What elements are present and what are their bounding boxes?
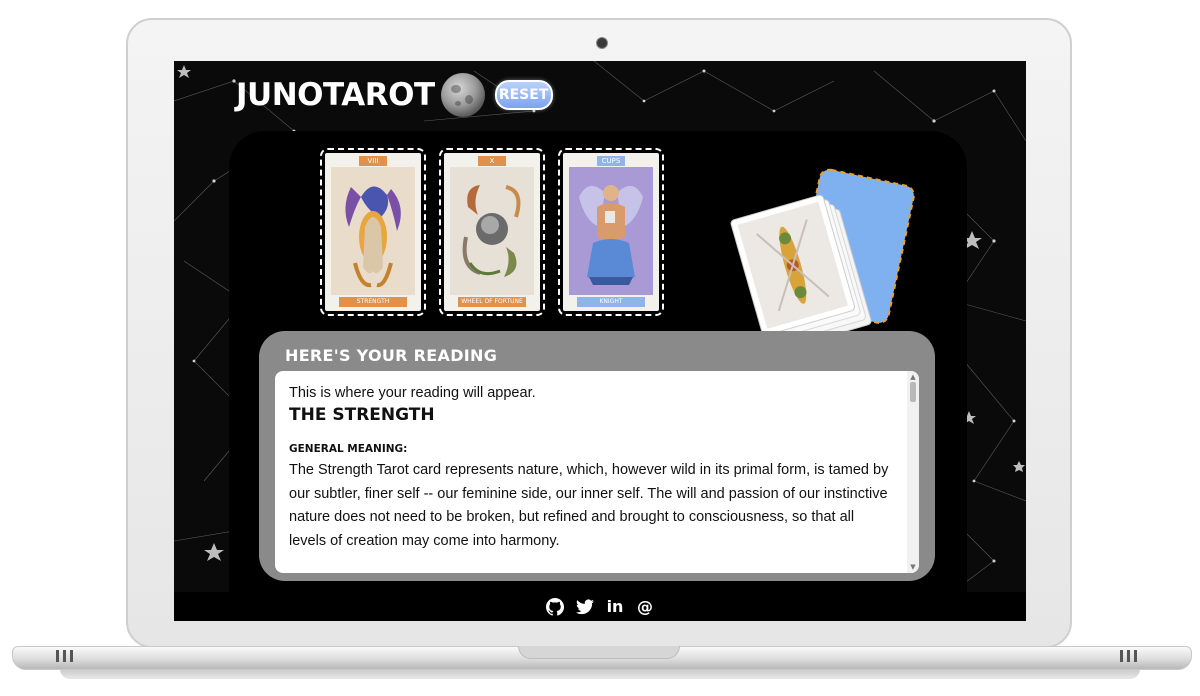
github-icon[interactable] (545, 597, 565, 617)
reading-intro: This is where your reading will appear. (289, 385, 536, 401)
tarot-card-knight-of-cups[interactable]: CUPS KNIGHT (563, 153, 659, 311)
card-name-label: WHEEL OF FORTUNE (458, 297, 526, 307)
reading-content: This is where your reading will appear. … (289, 385, 889, 553)
email-icon[interactable]: @ (635, 597, 655, 617)
strength-card-art (331, 167, 415, 295)
card-slot-2[interactable]: X WHEEL OF FORTUNE (439, 148, 545, 316)
app-screen: JUNOTAROT RESET VIII STRENGTH X WHEEL OF… (174, 61, 1026, 621)
general-meaning-text: The Strength Tarot card represents natur… (289, 462, 889, 549)
wheel-of-fortune-card-art (450, 167, 534, 295)
linkedin-icon[interactable]: in (605, 597, 625, 617)
reading-scrollbar[interactable]: ▲ ▼ (907, 371, 919, 573)
footer: in @ (174, 592, 1026, 621)
speaker-grill-left (56, 650, 86, 664)
reading-heading: HERE'S YOUR READING (285, 346, 498, 365)
knight-of-cups-card-art (569, 167, 653, 295)
general-meaning-label: GENERAL MEANING: (289, 443, 408, 455)
card-numeral: X (478, 156, 506, 166)
app-header: JUNOTAROT RESET (236, 73, 553, 117)
card-name-label: STRENGTH (339, 297, 407, 307)
moon-icon (440, 73, 485, 117)
tarot-card-strength[interactable]: VIII STRENGTH (325, 153, 421, 311)
tarot-card-wheel-of-fortune[interactable]: X WHEEL OF FORTUNE (444, 153, 540, 311)
card-slot-3[interactable]: CUPS KNIGHT (558, 148, 664, 316)
twitter-icon[interactable] (575, 597, 595, 617)
brand-logo[interactable]: JUNOTAROT (236, 77, 435, 113)
reading-scroll-area[interactable]: This is where your reading will appear. … (275, 371, 919, 573)
reading-card-title: THE STRENGTH (289, 405, 435, 425)
laptop-notch (518, 646, 680, 659)
scroll-thumb[interactable] (910, 382, 916, 402)
card-slot-1[interactable]: VIII STRENGTH (320, 148, 426, 316)
camera-icon (596, 37, 608, 49)
card-numeral: VIII (359, 156, 387, 166)
card-name-label: KNIGHT (577, 297, 645, 307)
main-panel: VIII STRENGTH X WHEEL OF FORTUNE CUPS KN… (229, 131, 967, 611)
scroll-down-arrow-icon[interactable]: ▼ (909, 563, 917, 571)
reset-button[interactable]: RESET (494, 80, 553, 110)
laptop-base-bottom (60, 669, 1140, 679)
reading-panel: HERE'S YOUR READING This is where your r… (259, 331, 935, 581)
card-numeral: CUPS (597, 156, 625, 166)
scroll-up-arrow-icon[interactable]: ▲ (909, 373, 917, 381)
speaker-grill-right (1120, 650, 1150, 664)
